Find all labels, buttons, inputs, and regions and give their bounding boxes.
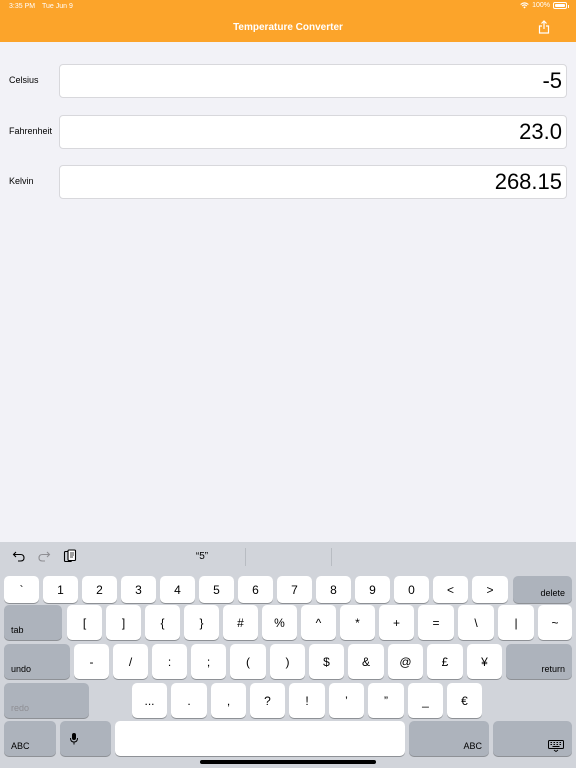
key-exclamation[interactable]: ! <box>289 683 325 718</box>
key-quote[interactable]: ” <box>368 683 404 718</box>
navigation-header: 3:35 PM Tue Jun 9 100% Temperature Conve… <box>0 0 576 42</box>
key-7[interactable]: 7 <box>277 576 312 603</box>
suggestion-divider <box>331 548 332 566</box>
key-percent[interactable]: % <box>262 605 297 640</box>
key-dollar[interactable]: $ <box>309 644 344 679</box>
microphone-icon <box>69 732 78 744</box>
suggestion-item[interactable]: “5” <box>160 551 244 562</box>
key-semicolon[interactable]: ; <box>191 644 226 679</box>
undo-key[interactable]: undo <box>4 644 70 679</box>
paste-icon[interactable] <box>63 549 77 563</box>
key-4[interactable]: 4 <box>160 576 195 603</box>
page-title: Temperature Converter <box>233 22 343 33</box>
key-pipe[interactable]: | <box>498 605 534 640</box>
key-equals[interactable]: = <box>418 605 454 640</box>
abc-key-left[interactable]: ABC <box>4 721 56 756</box>
key-3[interactable]: 3 <box>121 576 156 603</box>
dictation-key[interactable] <box>60 721 111 756</box>
fahrenheit-input[interactable]: 23.0 <box>59 115 567 149</box>
key-comma[interactable]: , <box>211 683 246 718</box>
key-left-paren[interactable]: ( <box>230 644 266 679</box>
key-colon[interactable]: : <box>152 644 187 679</box>
key-question[interactable]: ? <box>250 683 285 718</box>
key-ampersand[interactable]: & <box>348 644 384 679</box>
delete-key[interactable]: delete <box>513 576 572 603</box>
undo-icon[interactable] <box>12 549 26 563</box>
key-9[interactable]: 9 <box>355 576 390 603</box>
key-backtick[interactable]: ` <box>4 576 39 603</box>
status-right: 100% <box>520 2 569 9</box>
status-time: 3:35 PM <box>9 3 36 10</box>
key-less-than[interactable]: < <box>433 576 468 603</box>
keyboard: “5” ` 1 2 3 4 5 6 7 8 9 0 < > delete tab… <box>0 542 576 768</box>
key-greater-than[interactable]: > <box>472 576 508 603</box>
home-indicator <box>200 760 376 764</box>
key-yen[interactable]: ¥ <box>467 644 502 679</box>
key-0[interactable]: 0 <box>394 576 429 603</box>
share-icon[interactable] <box>538 20 550 34</box>
key-at[interactable]: @ <box>388 644 423 679</box>
key-pound[interactable]: £ <box>427 644 463 679</box>
status-bar: 3:35 PM Tue Jun 9 100% <box>0 0 576 14</box>
key-caret[interactable]: ^ <box>301 605 336 640</box>
key-euro[interactable]: € <box>447 683 482 718</box>
key-minus[interactable]: - <box>74 644 109 679</box>
key-left-brace[interactable]: { <box>145 605 180 640</box>
key-asterisk[interactable]: * <box>340 605 375 640</box>
shortcut-bar: “5” <box>0 542 576 572</box>
suggestion-divider <box>245 548 246 566</box>
space-bar[interactable] <box>115 721 405 756</box>
key-hash[interactable]: # <box>223 605 258 640</box>
key-period[interactable]: . <box>171 683 207 718</box>
status-date: Tue Jun 9 <box>42 3 73 10</box>
key-right-paren[interactable]: ) <box>270 644 305 679</box>
key-1[interactable]: 1 <box>43 576 78 603</box>
key-ellipsis[interactable]: ... <box>132 683 167 718</box>
key-backslash[interactable]: \ <box>458 605 494 640</box>
key-apostrophe[interactable]: ’ <box>329 683 364 718</box>
key-plus[interactable]: + <box>379 605 414 640</box>
celsius-label: Celsius <box>9 75 39 85</box>
key-2[interactable]: 2 <box>82 576 117 603</box>
celsius-row: Celsius -5 <box>0 64 576 98</box>
fahrenheit-row: Fahrenheit 23.0 <box>0 115 576 149</box>
redo-icon[interactable] <box>37 549 51 563</box>
key-right-brace[interactable]: } <box>184 605 219 640</box>
key-right-bracket[interactable]: ] <box>106 605 141 640</box>
key-5[interactable]: 5 <box>199 576 234 603</box>
battery-icon <box>553 2 569 9</box>
key-left-bracket[interactable]: [ <box>67 605 102 640</box>
abc-key-right[interactable]: ABC <box>409 721 489 756</box>
return-key[interactable]: return <box>506 644 572 679</box>
tab-key[interactable]: tab <box>4 605 62 640</box>
key-underscore[interactable]: _ <box>408 683 443 718</box>
key-6[interactable]: 6 <box>238 576 273 603</box>
battery-percent: 100% <box>532 2 550 9</box>
kelvin-input[interactable]: 268.15 <box>59 165 567 199</box>
key-slash[interactable]: / <box>113 644 148 679</box>
redo-key[interactable]: redo <box>4 683 89 718</box>
fahrenheit-label: Fahrenheit <box>9 126 53 136</box>
hide-keyboard-icon <box>547 739 564 752</box>
key-tilde[interactable]: ~ <box>538 605 572 640</box>
hide-keyboard-key[interactable] <box>493 721 572 756</box>
wifi-icon <box>520 2 529 9</box>
kelvin-row: Kelvin 268.15 <box>0 165 576 199</box>
key-8[interactable]: 8 <box>316 576 351 603</box>
celsius-input[interactable]: -5 <box>59 64 567 98</box>
kelvin-label: Kelvin <box>9 176 34 186</box>
